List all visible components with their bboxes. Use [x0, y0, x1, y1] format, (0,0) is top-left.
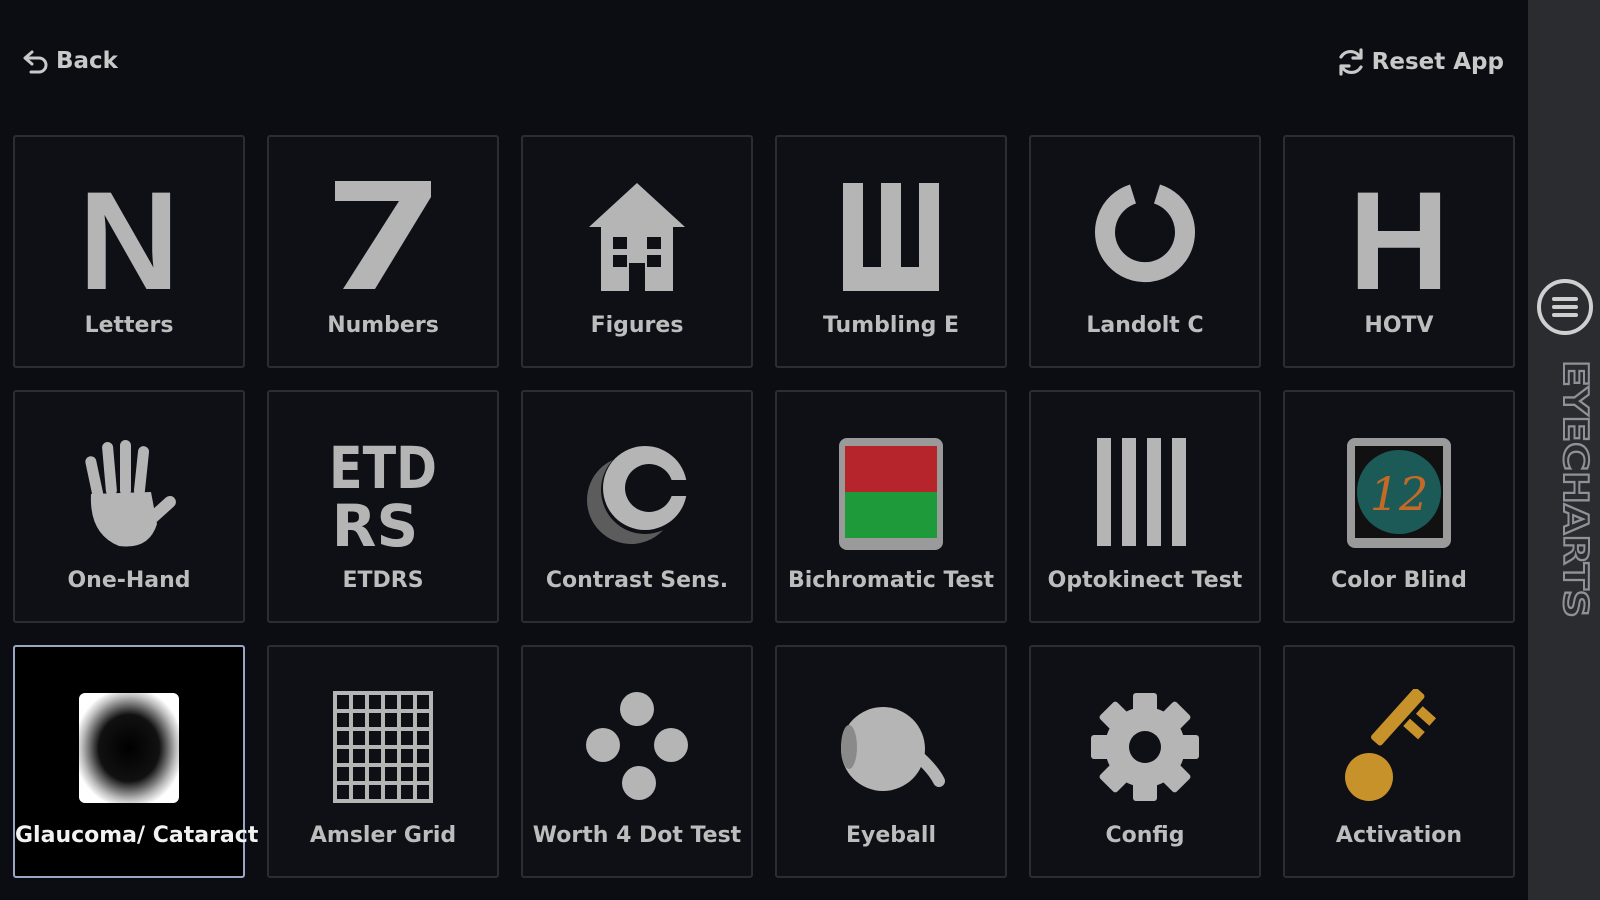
side-panel: EYECHARTS [1528, 0, 1600, 900]
tile-numbers[interactable]: Numbers [267, 135, 499, 368]
tile-color-blind[interactable]: 12 Color Blind [1283, 390, 1515, 623]
grid-icon [323, 689, 443, 809]
tile-label: Worth 4 Dot Test [532, 823, 742, 848]
back-button[interactable]: Back [22, 48, 118, 74]
contrast-c-icon [577, 434, 697, 554]
reset-app-button[interactable]: Reset App [1336, 48, 1504, 76]
svg-text:N: N [78, 179, 179, 299]
red-green-icon [831, 434, 951, 554]
tile-landolt-c[interactable]: Landolt C [1029, 135, 1261, 368]
back-arrow-icon [23, 50, 48, 74]
tile-label: HOTV [1364, 313, 1434, 338]
landolt-c-icon [1085, 179, 1205, 299]
tile-label: Contrast Sens. [545, 568, 729, 593]
tile-label: Bichromatic Test [787, 568, 995, 593]
tile-label: Landolt C [1086, 313, 1204, 338]
dark-spot-icon [69, 689, 189, 809]
tile-bichromatic[interactable]: Bichromatic Test [775, 390, 1007, 623]
tile-etdrs[interactable]: ETD RS ETDRS [267, 390, 499, 623]
tumbling-e-icon [831, 179, 951, 299]
eyeball-icon [831, 689, 951, 809]
letter-n-icon: N [69, 179, 189, 299]
key-icon [1339, 689, 1459, 809]
tile-label: Amsler Grid [309, 823, 457, 848]
top-bar: Back Reset App [0, 0, 1528, 120]
tile-eyeball[interactable]: Eyeball [775, 645, 1007, 878]
menu-icon[interactable] [1536, 278, 1594, 336]
tile-label: Numbers [327, 313, 439, 338]
ishihara-plate-icon: 12 [1339, 434, 1459, 554]
reset-app-label: Reset App [1371, 49, 1504, 75]
svg-text:12: 12 [1370, 467, 1429, 521]
hand-icon [69, 434, 189, 554]
tile-label: Color Blind [1331, 568, 1467, 593]
refresh-icon [1339, 48, 1363, 76]
back-label: Back [56, 48, 118, 74]
tile-one-hand[interactable]: One-Hand [13, 390, 245, 623]
tile-config[interactable]: Config [1029, 645, 1261, 878]
main-area: Back Reset App N Letters Numbers Figures… [0, 0, 1528, 900]
tile-label: Activation [1335, 823, 1463, 848]
tile-activation[interactable]: Activation [1283, 645, 1515, 878]
tile-worth-4-dot[interactable]: Worth 4 Dot Test [521, 645, 753, 878]
tile-label: ETDRS [342, 568, 424, 593]
tile-figures[interactable]: Figures [521, 135, 753, 368]
svg-text:H: H [1348, 179, 1449, 299]
app-window: Back Reset App N Letters Numbers Figures… [0, 0, 1600, 900]
tile-label: Eyeball [846, 823, 936, 848]
tile-optokinect[interactable]: Optokinect Test [1029, 390, 1261, 623]
tile-amsler-grid[interactable]: Amsler Grid [267, 645, 499, 878]
etdrs-icon: ETD RS [323, 434, 443, 554]
tile-label: Optokinect Test [1047, 568, 1243, 593]
stripes-icon [1085, 434, 1205, 554]
four-dots-icon [577, 689, 697, 809]
tile-letters[interactable]: N Letters [13, 135, 245, 368]
tile-label: One-Hand [67, 568, 191, 593]
tile-hotv[interactable]: H HOTV [1283, 135, 1515, 368]
gear-icon [1085, 689, 1205, 809]
tile-label: Tumbling E [822, 313, 960, 338]
brand-logo: EYECHARTS [1554, 359, 1596, 619]
tile-contrast-sens[interactable]: Contrast Sens. [521, 390, 753, 623]
letter-h-icon: H [1339, 179, 1459, 299]
tile-label: Config [1105, 823, 1185, 848]
svg-text:RS: RS [332, 492, 418, 554]
tile-label: Glaucoma/ Cataract [15, 823, 259, 848]
tile-tumbling-e[interactable]: Tumbling E [775, 135, 1007, 368]
house-icon [577, 179, 697, 299]
test-grid: N Letters Numbers Figures Tumbling E Lan… [13, 135, 1515, 878]
tile-label: Figures [590, 313, 684, 338]
tile-glaucoma-cataract[interactable]: Glaucoma/ Cataract [13, 645, 259, 878]
number-seven-icon [323, 179, 443, 299]
svg-text:EYECHARTS: EYECHARTS [1555, 360, 1595, 618]
tile-label: Letters [84, 313, 174, 338]
